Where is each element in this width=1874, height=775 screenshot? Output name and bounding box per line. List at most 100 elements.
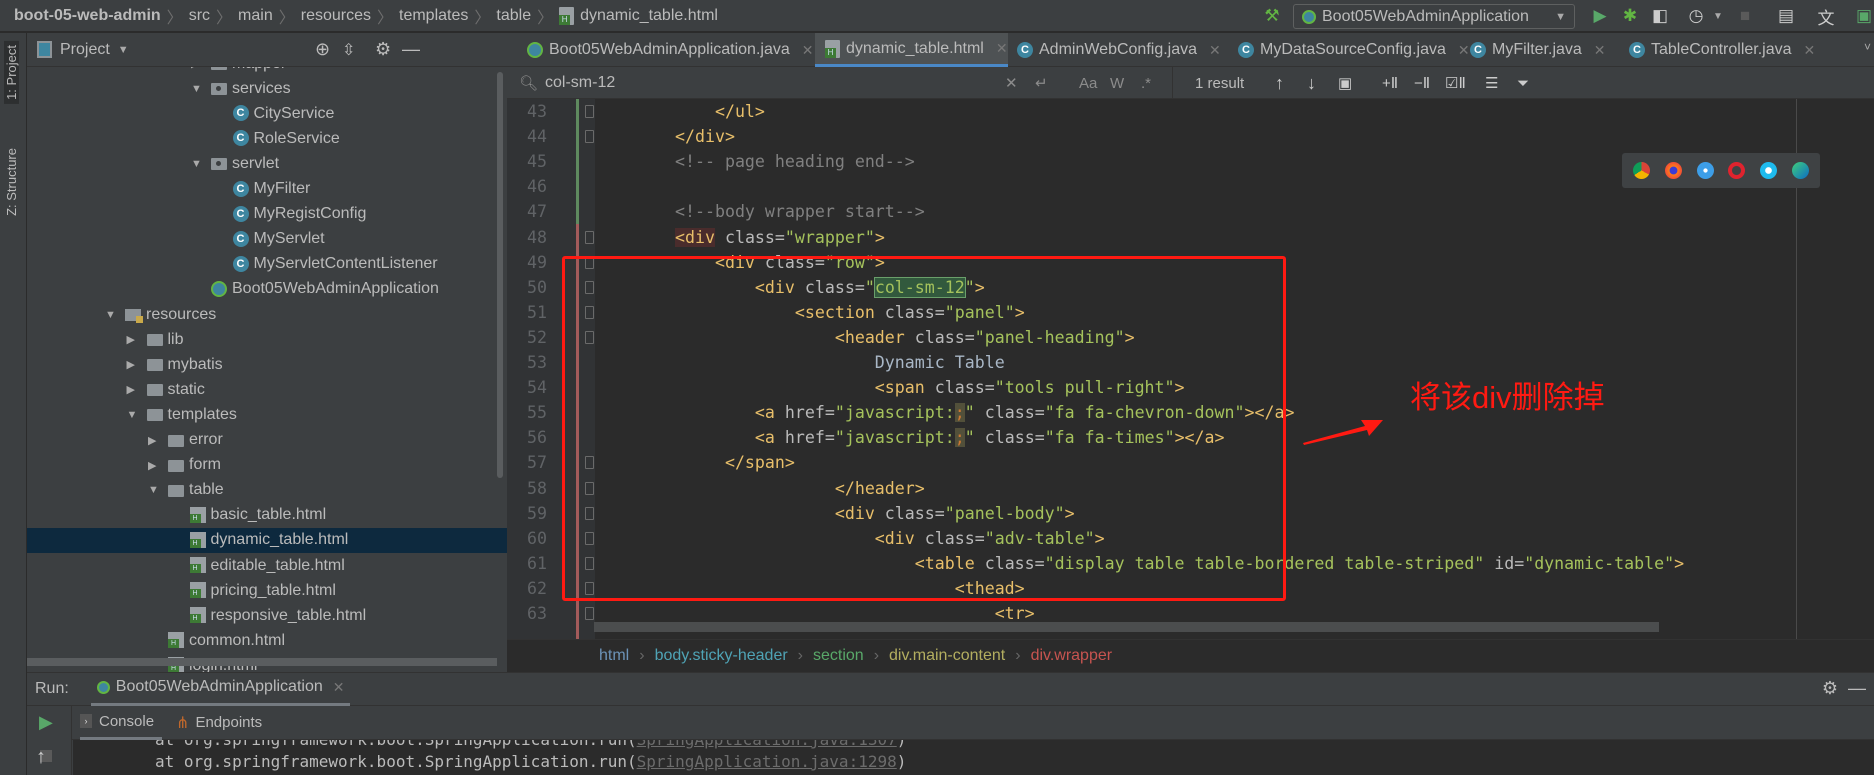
tree-item[interactable]: ▼ services (27, 76, 507, 101)
tree-item[interactable]: ▼ resources (27, 302, 507, 327)
breadcrumb-project[interactable]: boot-05-web-admin (14, 7, 161, 25)
filter-search-icon[interactable]: ☰ (1485, 67, 1498, 99)
scroll-up-icon[interactable]: ↑ (36, 746, 46, 769)
tree-item[interactable]: ▶ form (27, 453, 507, 478)
chevron-down-icon[interactable]: ▼ (1706, 4, 1730, 28)
filter-icon[interactable]: ⏷ (1517, 67, 1529, 99)
breadcrumb-templates[interactable]: templates (399, 7, 468, 25)
new-line-icon[interactable]: ↵ (1035, 67, 1048, 99)
tree-item[interactable]: dynamic_table.html (27, 527, 507, 553)
gear-icon[interactable]: ⚙ (1822, 678, 1838, 699)
expanded-arrow-icon[interactable]: ▼ (127, 409, 138, 421)
tree-item[interactable]: ▼ servlet (27, 151, 507, 176)
tree-scrollbar[interactable] (497, 72, 503, 478)
debug-icon[interactable]: ✱ (1618, 4, 1642, 28)
minimize-icon[interactable]: — (1848, 678, 1866, 699)
tree-item[interactable]: ▼ table (27, 478, 507, 503)
collapsed-arrow-icon[interactable]: ▶ (127, 383, 135, 396)
expanded-arrow-icon[interactable]: ▼ (105, 309, 116, 321)
translate-icon[interactable]: 文 (1814, 4, 1838, 28)
chrome-icon[interactable] (1633, 162, 1651, 179)
tree-item[interactable]: ▶ static (27, 377, 507, 402)
next-occurrence-icon[interactable]: ↓ (1307, 67, 1316, 99)
tree-item[interactable]: C RoleService (27, 126, 507, 151)
tree-item[interactable]: ▶ mybatis (27, 352, 507, 377)
profile-icon[interactable]: ◷ (1684, 4, 1708, 28)
tree-item[interactable]: C MyFilter (27, 177, 507, 202)
breadcrumb-main[interactable]: main (238, 7, 273, 25)
tree-item[interactable]: Boot05WebAdminApplication (27, 277, 507, 302)
tree-item[interactable]: ▶ lib (27, 327, 507, 352)
tab-boot05webadminapplication-java[interactable]: Boot05WebAdminApplication.java ✕ (517, 33, 813, 67)
expanded-arrow-icon[interactable]: ▼ (191, 158, 202, 170)
code-line[interactable]: 44 </div> (507, 124, 1874, 149)
fold-marker-icon[interactable] (585, 130, 594, 144)
code-line[interactable]: 43 </ul> (507, 99, 1874, 124)
close-icon[interactable]: ✕ (333, 679, 345, 696)
tab-adminwebconfig-java[interactable]: C AdminWebConfig.java ✕ (1007, 33, 1221, 67)
expanded-arrow-icon[interactable]: ▼ (191, 83, 202, 95)
safari-icon[interactable] (1696, 162, 1714, 179)
tree-item[interactable]: ▶ mapper (27, 67, 507, 76)
editor-breadcrumb-item[interactable]: html (599, 647, 629, 665)
stack-trace-link[interactable]: SpringApplication.java:1298 (637, 752, 897, 771)
collapsed-arrow-icon[interactable]: ▶ (127, 358, 135, 371)
run-anything-icon[interactable]: ▣ (1852, 4, 1874, 28)
words-toggle[interactable]: W (1110, 67, 1124, 99)
toggle-all-occurrences-icon[interactable]: ☑Ⅱ (1445, 67, 1466, 99)
hammer-icon[interactable]: ⚒ (1260, 4, 1284, 28)
close-icon[interactable]: ✕ (1209, 42, 1221, 59)
tree-item[interactable]: common.html (27, 628, 507, 653)
tab-dynamic-table-html[interactable]: dynamic_table.html ✕ (815, 33, 1008, 67)
tree-item[interactable]: C CityService (27, 101, 507, 126)
close-icon[interactable]: ✕ (996, 40, 1008, 57)
rerun-icon[interactable]: ▶ (39, 712, 53, 733)
stop-icon[interactable]: ■ (1733, 4, 1757, 28)
close-icon[interactable]: ✕ (802, 42, 814, 59)
console-tab[interactable]: › Console (80, 706, 163, 740)
stack-trace-link[interactable]: SpringApplication.java:1307 (637, 740, 897, 749)
tab-tablecontroller-java[interactable]: C TableController.java ✕ (1619, 33, 1815, 67)
edge-icon[interactable] (1791, 162, 1809, 179)
editor-horizontal-scrollbar[interactable] (594, 622, 1659, 632)
breadcrumb-resources[interactable]: resources (301, 7, 371, 25)
code-line[interactable]: 47 <!--body wrapper start--> (507, 199, 1874, 224)
tree-item[interactable]: basic_table.html (27, 503, 507, 528)
ie-icon[interactable] (1759, 162, 1777, 179)
code-line[interactable]: 48 <div class="wrapper"> (507, 225, 1874, 250)
match-case-toggle[interactable]: Aa (1079, 67, 1097, 99)
minimize-icon[interactable]: — (402, 39, 420, 60)
tree-item[interactable]: ▶ error (27, 428, 507, 453)
add-occurrence-icon[interactable]: +Ⅱ (1382, 67, 1398, 99)
endpoints-tab[interactable]: ⋔ Endpoints (176, 713, 262, 733)
tab-mydatasourceconfig-java[interactable]: C MyDataSourceConfig.java ✕ (1228, 33, 1470, 67)
editor-breadcrumb-item[interactable]: body.sticky-header (655, 647, 788, 665)
collapsed-arrow-icon[interactable]: ▶ (191, 67, 199, 70)
fold-marker-icon[interactable] (585, 105, 594, 118)
expanded-arrow-icon[interactable]: ▼ (148, 484, 159, 496)
fold-marker-icon[interactable] (585, 230, 594, 244)
tool-tab-structure[interactable]: Z: Structure (4, 148, 19, 216)
fold-marker-icon[interactable] (585, 607, 594, 620)
editor-breadcrumb-item[interactable]: div.wrapper (1031, 647, 1113, 665)
chevron-down-icon[interactable]: ˅ (1864, 40, 1871, 54)
collapsed-arrow-icon[interactable]: ▶ (148, 434, 156, 447)
project-view-selector[interactable]: Project (60, 41, 110, 59)
chevron-down-icon[interactable]: ▼ (118, 44, 129, 56)
tool-tab-project[interactable]: 1: Project (4, 41, 19, 104)
editor-breadcrumb-item[interactable]: section (813, 647, 864, 665)
tree-item[interactable]: responsive_table.html (27, 603, 507, 628)
breadcrumb-table[interactable]: table (496, 7, 531, 25)
tree-horizontal-scrollbar[interactable] (27, 658, 497, 666)
clear-icon[interactable]: ✕ (1005, 67, 1018, 99)
select-all-icon[interactable]: ▣ (1338, 67, 1352, 99)
locate-icon[interactable]: ⊕ (315, 39, 330, 60)
coverage-icon[interactable]: ◧ (1648, 4, 1672, 28)
remove-occurrence-icon[interactable]: −Ⅱ (1414, 67, 1430, 99)
run-configuration-select[interactable]: Boot05WebAdminApplication ▼ (1293, 4, 1575, 29)
run-icon[interactable]: ▶ (1588, 4, 1612, 28)
run-tab[interactable]: Boot05WebAdminApplication ✕ (90, 672, 351, 706)
breadcrumb-src[interactable]: src (189, 7, 210, 25)
project-structure-icon[interactable]: ▤ (1774, 4, 1798, 28)
gear-icon[interactable]: ⚙ (375, 39, 391, 60)
